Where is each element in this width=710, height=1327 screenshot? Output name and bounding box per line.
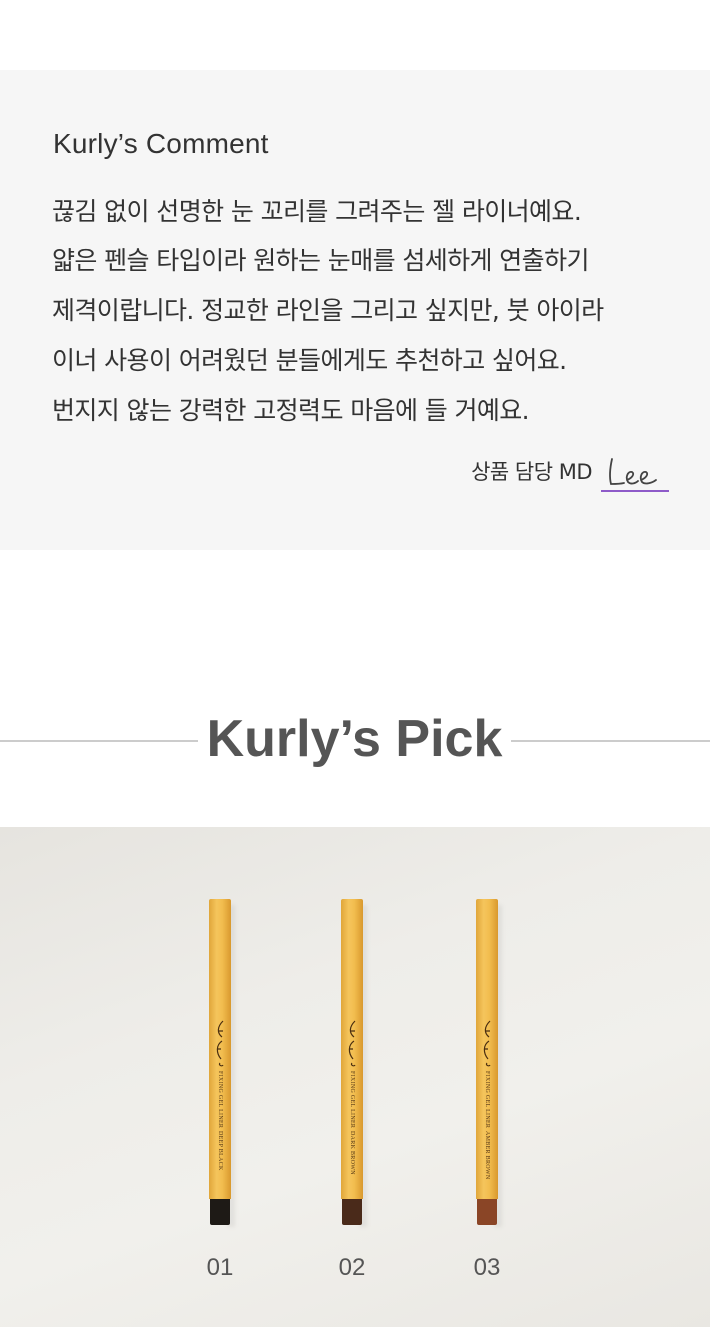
md-signature-name-image bbox=[600, 454, 669, 492]
md-signature-label: 상품 담당 MD bbox=[471, 460, 592, 484]
product-number: 01 bbox=[206, 1254, 234, 1281]
pencil-tip bbox=[342, 1199, 362, 1225]
shade-label: AMBER BROWN bbox=[484, 1131, 490, 1180]
product-name-label: FIXING GEL LINER bbox=[349, 1071, 355, 1129]
product-name-label: FIXING GEL LINER bbox=[217, 1071, 223, 1129]
pencil-liner-02: FIXING GEL LINER DARK BROWN bbox=[341, 899, 367, 1229]
product-number: 03 bbox=[473, 1254, 501, 1281]
pencil-liner-03: FIXING GEL LINER AMBER BROWN bbox=[476, 899, 502, 1229]
pencil-liner-01: FIXING GEL LINER DEEP BLACK bbox=[209, 899, 235, 1229]
md-signature: 상품 담당 MD bbox=[471, 452, 669, 492]
comment-text-line: 번지지 않는 강력한 고정력도 마음에 들 거예요. bbox=[52, 396, 530, 425]
comment-text-line: 끊김 없이 선명한 눈 꼬리를 그려주는 젤 라이너예요. bbox=[52, 197, 582, 226]
comment-text-line: 제격이랍니다. 정교한 라인을 그리고 싶지만, 붓 아이라 bbox=[52, 296, 604, 325]
product-name-label: FIXING GEL LINER bbox=[484, 1071, 490, 1129]
pick-title: Kurly’s Pick bbox=[206, 710, 503, 768]
pick-divider-right bbox=[511, 740, 710, 742]
comment-text-line: 이너 사용이 어려웠던 분들에게도 추천하고 싶어요. bbox=[52, 346, 567, 375]
comment-title: Kurly’s Comment bbox=[53, 128, 269, 159]
pick-divider-left bbox=[0, 740, 198, 742]
brand-logo-icon bbox=[216, 1020, 224, 1067]
pencil-tip bbox=[210, 1199, 230, 1225]
product-number: 02 bbox=[338, 1254, 366, 1281]
shade-label: DEEP BLACK bbox=[217, 1131, 223, 1171]
comment-text-line: 얇은 펜슬 타입이라 원하는 눈매를 섬세하게 연출하기 bbox=[52, 246, 589, 275]
product-photo: FIXING GEL LINER DEEP BLACK FIXING GEL L… bbox=[0, 827, 710, 1327]
pencil-tip bbox=[477, 1199, 497, 1225]
product-detail-page: Kurly’s Comment 끊김 없이 선명한 눈 꼬리를 그려주는 젤 라… bbox=[0, 0, 710, 1327]
shade-label: DARK BROWN bbox=[349, 1131, 355, 1175]
brand-logo-icon bbox=[348, 1020, 356, 1067]
brand-logo-icon bbox=[483, 1020, 491, 1067]
